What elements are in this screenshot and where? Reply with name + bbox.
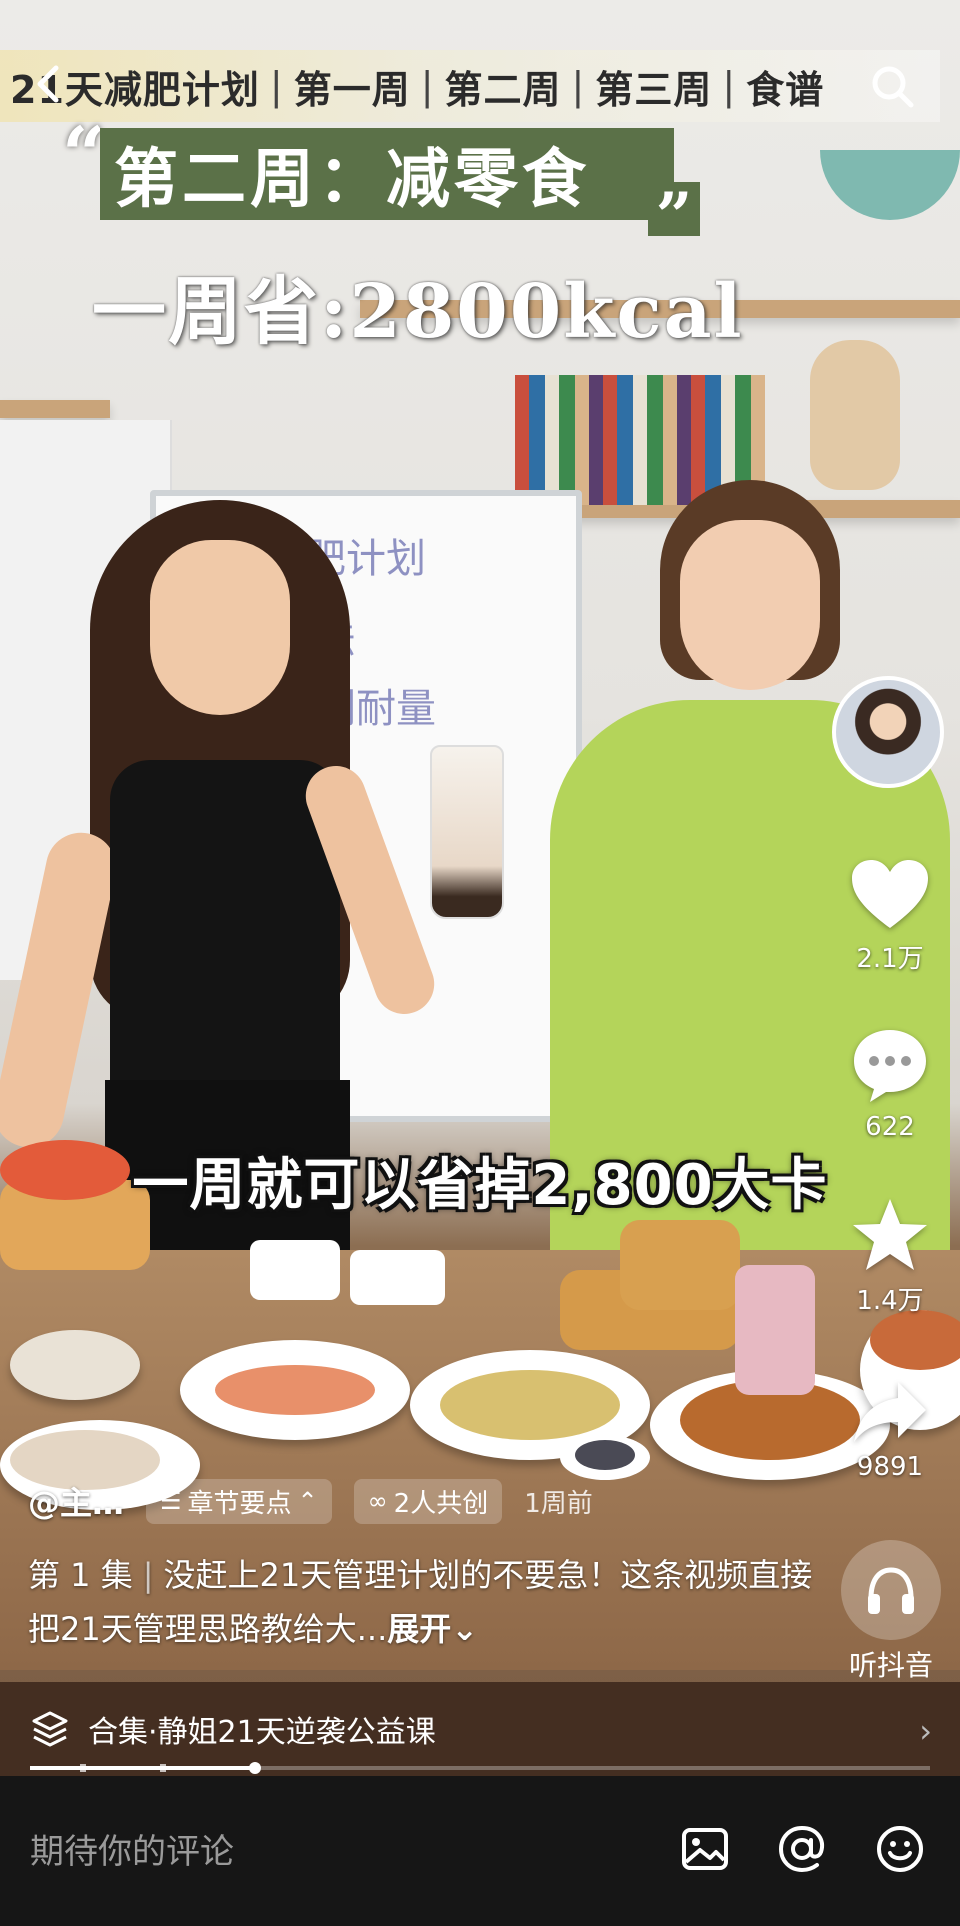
tab-week-1[interactable]: 第一周 bbox=[294, 59, 411, 114]
collection-label: 合集·静姐21天逆袭公益课 bbox=[88, 1715, 436, 1750]
share-count: 9891 bbox=[856, 1452, 924, 1482]
chapter-chip[interactable]: ☰ 章节要点 ⌃ bbox=[146, 1478, 332, 1524]
cocreate-chip[interactable]: ∞ 2人共创 bbox=[353, 1478, 503, 1524]
comment-bar: 期待你的评论 bbox=[0, 1776, 960, 1926]
heart-icon bbox=[852, 860, 928, 928]
comment-icon bbox=[854, 1030, 926, 1102]
video-progress[interactable] bbox=[30, 1762, 930, 1774]
like-button[interactable]: 2.1万 bbox=[840, 858, 940, 975]
tab-week-3[interactable]: 第三周 bbox=[595, 59, 712, 114]
video-description[interactable]: 第 1 集 | 没赶上21天管理计划的不要急！这条视频直接把21天管理思路教给大..… bbox=[28, 1548, 828, 1656]
comment-input[interactable]: 期待你的评论 bbox=[30, 1824, 234, 1873]
desc-divider: | bbox=[142, 1556, 154, 1594]
image-icon[interactable] bbox=[678, 1822, 732, 1876]
shelf bbox=[0, 400, 110, 418]
savings-overlay: 一周省:2800kcal bbox=[92, 269, 744, 355]
chapter-tick bbox=[80, 1764, 86, 1772]
listen-label: 听抖音 bbox=[848, 1649, 933, 1682]
layers-icon bbox=[32, 1711, 68, 1747]
progress-handle[interactable] bbox=[249, 1762, 261, 1774]
chevron-down-icon: ⌄ bbox=[451, 1610, 479, 1648]
at-icon[interactable] bbox=[775, 1822, 829, 1876]
tab-separator: | bbox=[722, 64, 737, 108]
collection-bar[interactable]: 合集·静姐21天逆袭公益课 › bbox=[0, 1682, 960, 1776]
back-icon[interactable] bbox=[28, 62, 72, 106]
overlay-title: 第二周：减零食 bbox=[114, 142, 590, 217]
tab-separator: | bbox=[571, 64, 586, 108]
listen-circle bbox=[841, 1540, 941, 1640]
chevron-right-icon: › bbox=[919, 1712, 932, 1750]
search-icon[interactable] bbox=[868, 62, 916, 110]
listen-button[interactable]: 听抖音 bbox=[836, 1540, 946, 1684]
tab-week-2[interactable]: 第二周 bbox=[445, 59, 562, 114]
share-icon bbox=[854, 1382, 926, 1442]
chevron-up-icon: ⌃ bbox=[297, 1487, 318, 1515]
episode-title-overlay: 第二周：减零食 bbox=[100, 128, 674, 220]
chapter-label: 章节要点 bbox=[187, 1488, 292, 1519]
tab-recipes[interactable]: 食谱 bbox=[746, 59, 824, 114]
star-icon bbox=[853, 1199, 927, 1270]
quote-close: ” bbox=[648, 182, 700, 252]
progress-fill bbox=[30, 1766, 255, 1770]
tab-separator: | bbox=[420, 64, 435, 108]
episode-number: 第 1 集 bbox=[28, 1556, 133, 1594]
cocreate-label: 2人共创 bbox=[393, 1488, 489, 1519]
expand-label: 展开 bbox=[387, 1610, 452, 1648]
vase bbox=[810, 340, 900, 490]
list-icon: ☰ bbox=[160, 1487, 182, 1515]
decor-bowl bbox=[820, 150, 960, 220]
week-tabs: 21天减肥计划 | 第一周 | 第二周 | 第三周 | 食谱 bbox=[0, 50, 940, 122]
link-icon: ∞ bbox=[367, 1487, 388, 1515]
meta-row: @主… ☰ 章节要点 ⌃ ∞ 2人共创 1周前 bbox=[28, 1478, 593, 1524]
emoji-icon[interactable] bbox=[873, 1822, 927, 1876]
bubble-tea-cup bbox=[430, 745, 504, 919]
post-time: 1周前 bbox=[524, 1488, 593, 1519]
headphones-icon bbox=[868, 1567, 914, 1614]
share-button[interactable]: 9891 bbox=[840, 1376, 940, 1482]
tab-separator: | bbox=[269, 64, 284, 108]
chapter-tick bbox=[160, 1764, 166, 1772]
video-subtitle: 一周就可以省掉2,800大卡 bbox=[132, 1153, 828, 1218]
author-avatar[interactable] bbox=[832, 676, 944, 788]
favorite-count: 1.4万 bbox=[856, 1286, 924, 1316]
author-name[interactable]: @主… bbox=[28, 1478, 124, 1524]
video-player[interactable]: 减肥计划 减法 食刷耐量 bbox=[0, 0, 960, 1926]
expand-button[interactable]: 展开⌄ bbox=[387, 1610, 478, 1648]
favorite-button[interactable]: 1.4万 bbox=[840, 1196, 940, 1317]
comment-button[interactable]: 622 bbox=[840, 1026, 940, 1142]
like-count: 2.1万 bbox=[856, 944, 924, 974]
comment-count: 622 bbox=[865, 1112, 915, 1142]
